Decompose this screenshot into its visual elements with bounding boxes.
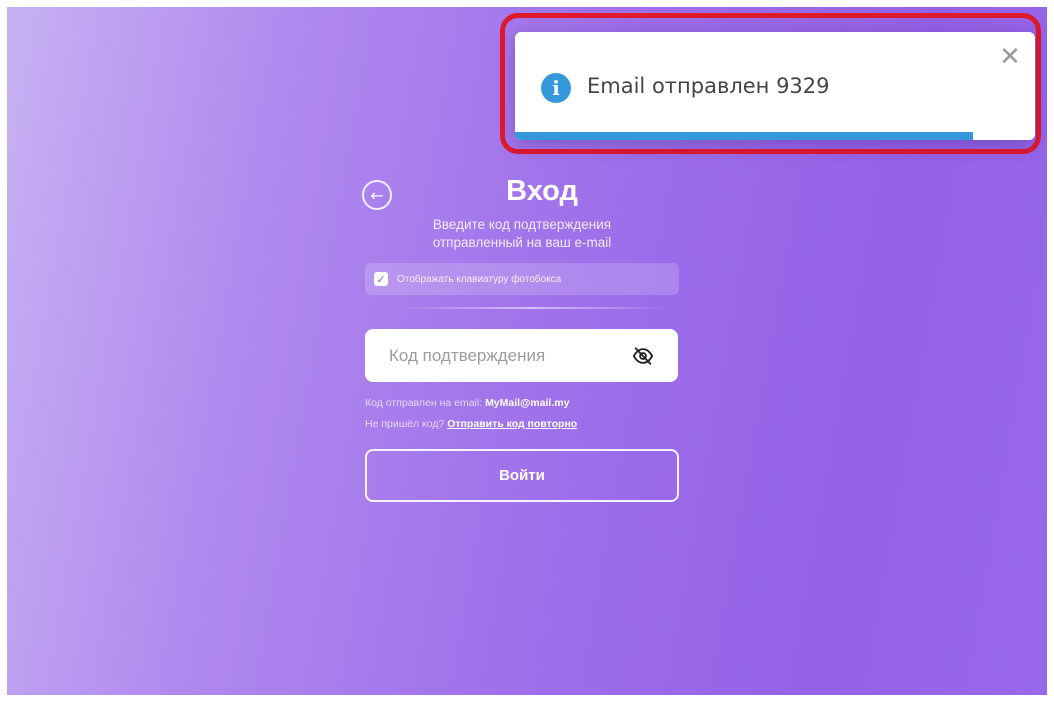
code-field[interactable] (365, 329, 678, 382)
toast-progress-bar (515, 132, 973, 140)
code-sent-info: Код отправлен на email: MyMail@mail.my (365, 397, 569, 409)
eye-off-icon[interactable] (632, 345, 654, 367)
code-sent-email: MyMail@mail.my (485, 397, 570, 409)
show-keyboard-toggle[interactable]: ✓ Отображать клавиатуру фотобокса (365, 263, 679, 295)
resend-info: Не пришёл код? Отправить код повторно (365, 418, 577, 430)
code-input[interactable] (389, 345, 619, 366)
checkmark-icon[interactable]: ✓ (374, 272, 388, 286)
not-received-text: Не пришёл код? (365, 418, 448, 430)
page-subtitle: Введите код подтверждения отправленный н… (387, 216, 657, 252)
info-icon: i (541, 73, 571, 103)
login-button[interactable]: Войти (365, 449, 679, 502)
back-button[interactable]: ← (362, 180, 392, 210)
toast-message: Email отправлен 9329 (587, 74, 830, 98)
divider (397, 307, 667, 309)
subtitle-line-2: отправленный на ваш e-mail (432, 235, 612, 250)
resend-code-link[interactable]: Отправить код повторно (447, 418, 577, 430)
toast-notification: i Email отправлен 9329 ✕ (515, 32, 1035, 140)
close-icon[interactable]: ✕ (999, 44, 1021, 70)
code-sent-prefix: Код отправлен на email: (365, 397, 486, 409)
subtitle-line-1: Введите код подтверждения (432, 217, 612, 232)
show-keyboard-label: Отображать клавиатуру фотобокса (397, 273, 562, 285)
page-title: Вход (506, 175, 578, 207)
arrow-left-icon: ← (370, 185, 384, 205)
